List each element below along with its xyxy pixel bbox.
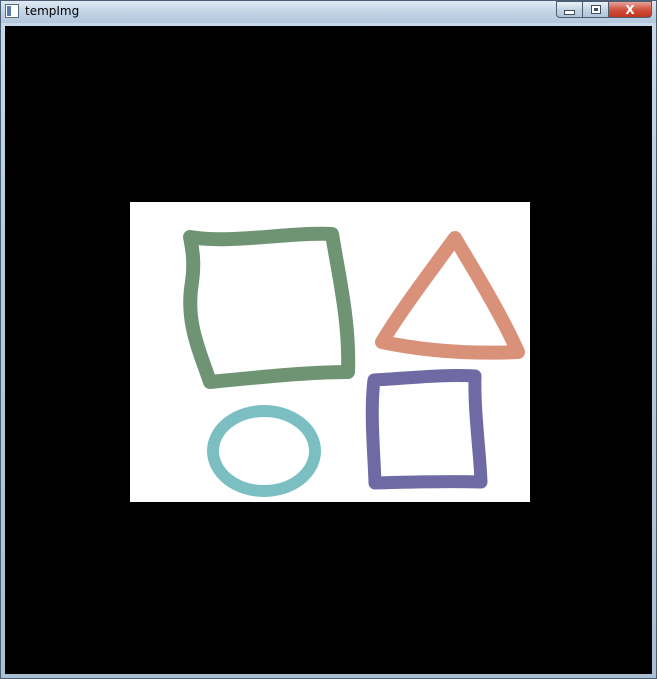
window: tempImg X <box>0 0 657 679</box>
drawing-image <box>130 202 530 502</box>
maximize-icon <box>590 5 601 14</box>
minimize-icon <box>564 10 575 15</box>
window-title: tempImg <box>25 4 80 18</box>
title-bar[interactable]: tempImg X <box>1 1 656 23</box>
minimize-button[interactable] <box>556 1 582 18</box>
app-window-icon[interactable] <box>5 4 19 18</box>
purple-square-shape <box>365 368 488 490</box>
orange-triangle-shape <box>375 231 525 360</box>
window-controls: X <box>556 1 652 19</box>
close-icon: X <box>625 2 635 17</box>
maximize-button[interactable] <box>582 1 608 18</box>
close-button[interactable]: X <box>608 1 652 18</box>
teal-circle-shape <box>207 405 321 497</box>
green-square-shape <box>183 226 356 389</box>
image-display-area <box>5 26 652 674</box>
shapes-drawing <box>183 226 525 497</box>
